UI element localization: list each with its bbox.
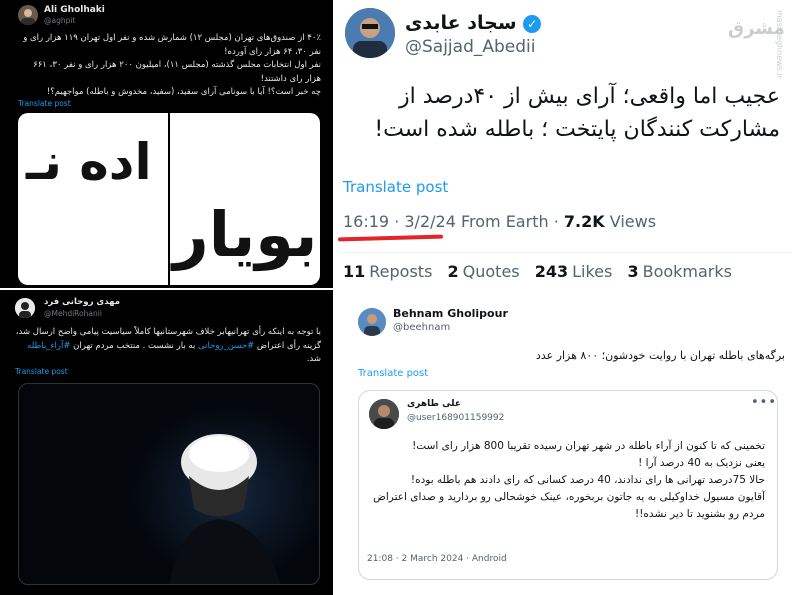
tweet-meta: 16:19 · 3/2/24 From Earth · 7.2K Views <box>343 212 656 231</box>
engagement-stats: 11 Reposts 2 Quotes 243 Likes 3 Bookmarks <box>343 262 742 281</box>
translate-link[interactable]: Translate post <box>15 367 68 376</box>
quoted-author-handle[interactable]: @user168901159992 <box>407 413 504 423</box>
verified-badge-icon: ✓ <box>523 14 542 33</box>
stat-bookmarks[interactable]: 3 Bookmarks <box>627 262 732 281</box>
author-name-text: سجاد عابدی <box>405 12 517 34</box>
views-label: Views <box>609 212 657 231</box>
avatar[interactable] <box>358 308 386 336</box>
user-photo-icon <box>21 9 35 25</box>
ballot-photo[interactable]: اده نـ بویار <box>18 113 320 285</box>
avatar[interactable] <box>345 8 395 58</box>
tweet-timestamp[interactable]: 16:19 · 3/2/24 <box>343 212 456 231</box>
author-name[interactable]: Ali Gholhaki <box>44 5 105 15</box>
author-handle[interactable]: @MehdiRohanii <box>44 309 102 318</box>
author-name[interactable]: ✓ سجاد عابدی <box>405 12 542 34</box>
tweet-line: چه خبر است؟! آیا با سونامی آرای سفید، (س… <box>46 87 321 97</box>
user-photo-icon <box>369 399 399 429</box>
quoted-line: یعنی نزدیک به 40 درصد آرا ! <box>638 457 765 469</box>
ballot-handwriting-right: بویار <box>173 198 318 271</box>
views-count: 7.2K <box>563 212 605 231</box>
hashtag-link[interactable]: #حسن_روحانی <box>198 341 254 351</box>
tweet-source: From Earth · <box>460 212 559 231</box>
avatar[interactable] <box>15 298 35 318</box>
user-photo-icon <box>15 298 35 318</box>
author-name[interactable]: مهدی روحانی فرد <box>44 297 120 307</box>
watermark-url: mashreghnews.ir <box>775 10 784 79</box>
quoted-line: تخمینی که تا کنون از آراء باطله در شهر ت… <box>412 440 765 452</box>
stat-quotes[interactable]: 2 Quotes <box>448 262 520 281</box>
cleric-photo[interactable] <box>18 383 320 585</box>
user-photo-icon <box>345 8 395 58</box>
quoted-tweet-text: تخمینی که تا کنون از آراء باطله در شهر ت… <box>369 438 765 523</box>
tweet-text-part: به بار نشست . منتخب مردم تهران <box>73 340 196 351</box>
translate-link[interactable]: Translate post <box>358 368 428 379</box>
quoted-line: آقایون مسیول خداوکیلی به یه جاتون بربخور… <box>373 491 765 520</box>
tweet-text-part: شد. <box>306 354 321 364</box>
tweet-text: ۴۰٪ از صندوق‌های تهران (مجلس ۱۲) شمارش ش… <box>18 32 321 100</box>
author-handle[interactable]: @Sajjad_Abedii <box>405 37 535 57</box>
quoted-timestamp[interactable]: 21:08 · 2 March 2024 · Android <box>367 554 507 564</box>
tweet-line: ۴۰٪ از صندوق‌های تهران (مجلس ۱۲) شمارش ش… <box>23 33 321 57</box>
hashtag-link[interactable]: #آراء_باطله <box>27 341 70 351</box>
author-handle[interactable]: @aghpit <box>44 16 75 25</box>
tweet-line: نفر اول انتخابات مجلس گذشته (مجلس ۱۱)، ا… <box>33 60 321 84</box>
tweet-text: برگه‌های باطله تهران با روایت خودشون؛ ۸۰… <box>535 349 785 362</box>
divider <box>341 252 792 253</box>
translate-link[interactable]: Translate post <box>18 99 71 108</box>
translate-link[interactable]: Translate post <box>343 178 448 196</box>
quoted-tweet[interactable]: علی طاهری @user168901159992 ••• تخمینی ک… <box>358 390 778 580</box>
stat-reposts[interactable]: 11 Reposts <box>343 262 432 281</box>
user-photo-icon <box>358 308 386 336</box>
red-highlight-underline <box>337 234 444 242</box>
tweet-ali-gholhaki: Ali Gholhaki @aghpit ۴۰٪ از صندوق‌های ته… <box>0 0 333 288</box>
tweet-sajjad-abedi: ✓ سجاد عابدی @Sajjad_Abedii مشرق mashreg… <box>333 0 800 290</box>
author-handle[interactable]: @beehnam <box>393 322 450 333</box>
stat-likes[interactable]: 243 Likes <box>535 262 613 281</box>
quoted-author-name[interactable]: علی طاهری <box>407 399 461 409</box>
tweet-text: عجیب اما واقعی؛ آرای بیش از ۴۰درصد از مش… <box>374 84 780 142</box>
more-options-icon[interactable]: ••• <box>751 395 777 410</box>
cleric-silhouette-icon <box>169 434 281 584</box>
avatar[interactable] <box>18 5 38 25</box>
ballot-handwriting-left: اده نـ <box>26 133 152 191</box>
photo-divider <box>168 113 170 285</box>
tweet-mehdi-rohani: مهدی روحانی فرد @MehdiRohanii با توجه به… <box>0 290 333 595</box>
tweet-behnam-gholipour: Behnam Gholipour @beehnam برگه‌های باطله… <box>333 295 800 595</box>
quoted-line: حالا 75درصد تهرانی ها رای ندادند، 40 درص… <box>410 474 765 486</box>
tweet-text: با توجه به اینکه رأی تهرانیهابر خلاف شهر… <box>12 326 321 367</box>
avatar[interactable] <box>369 399 399 429</box>
author-name[interactable]: Behnam Gholipour <box>393 307 508 320</box>
